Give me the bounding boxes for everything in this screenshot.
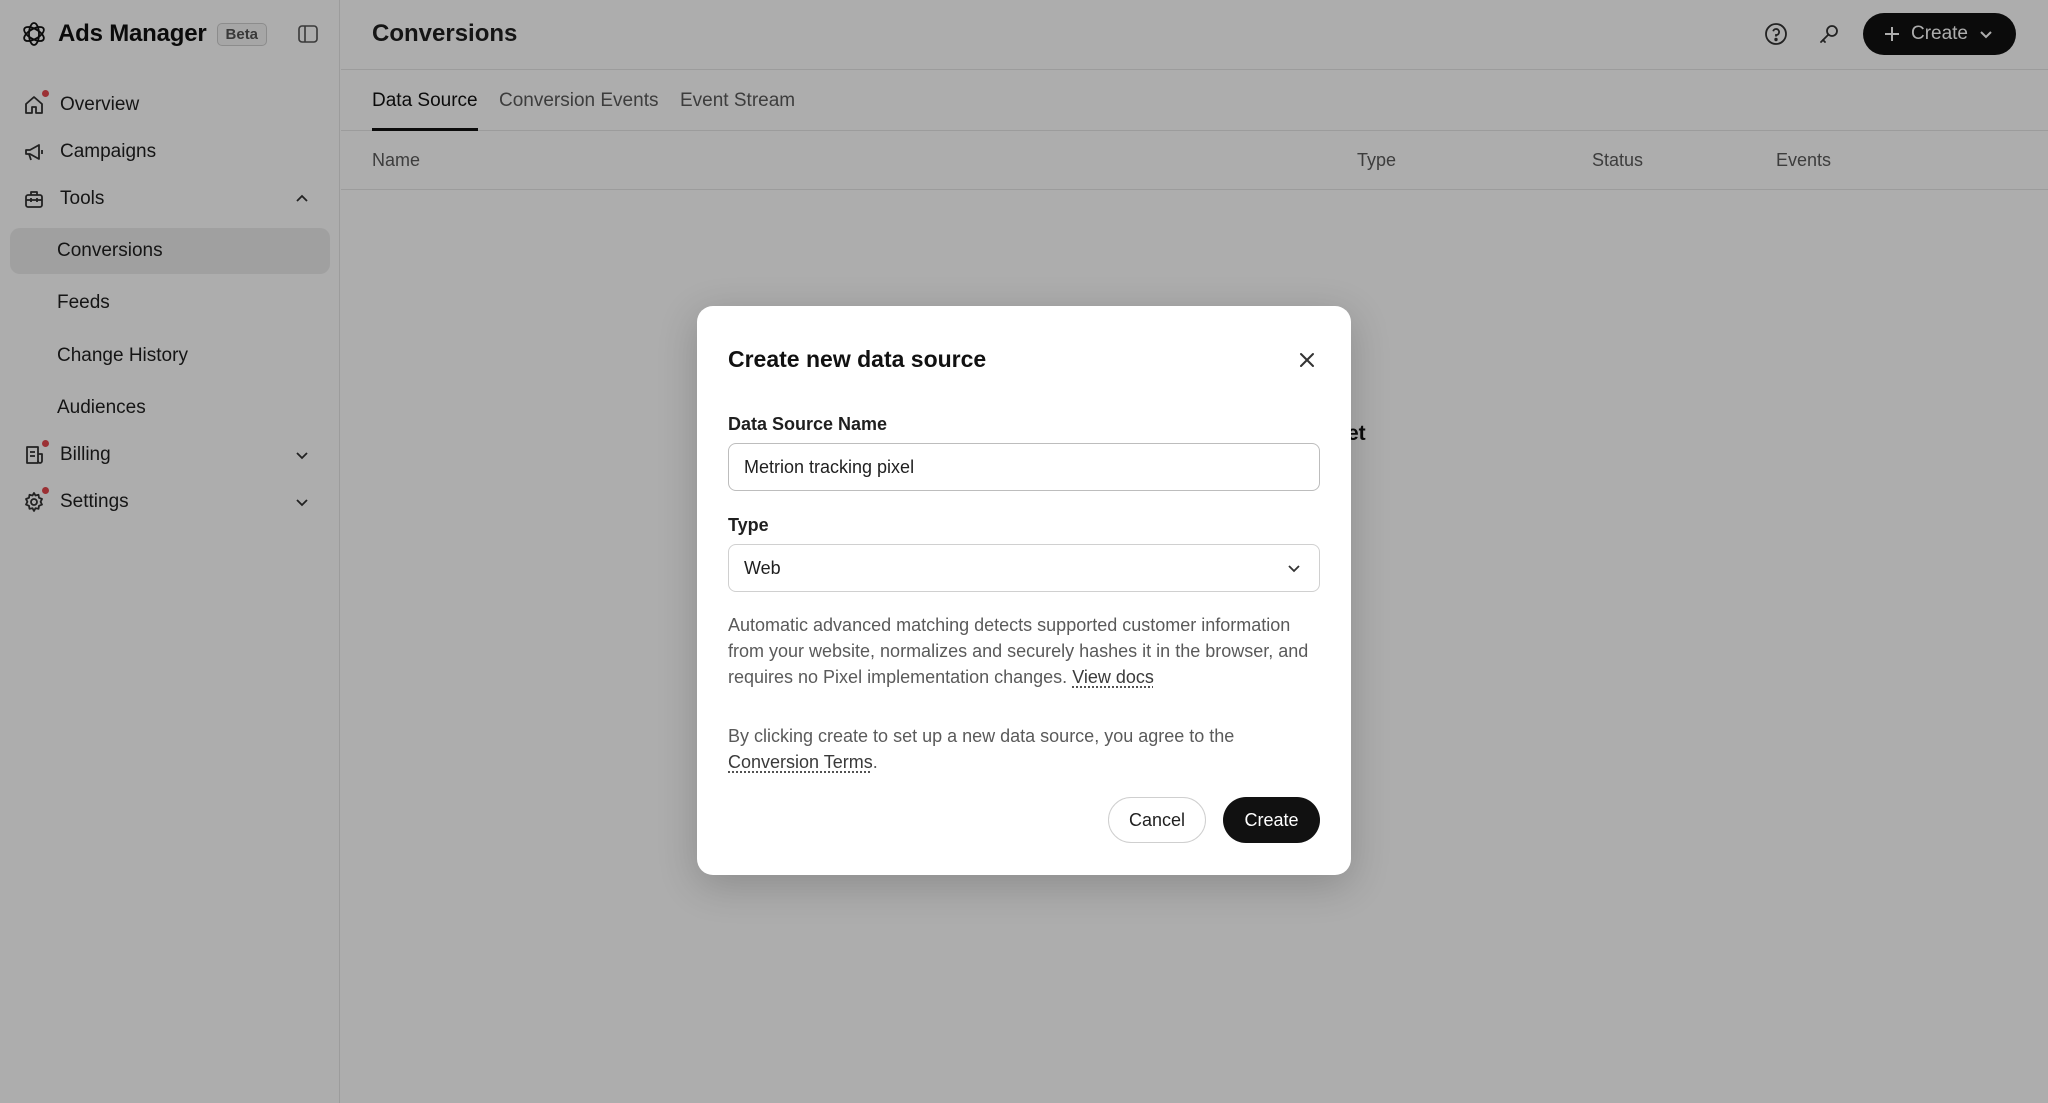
dialog-title: Create new data source — [728, 346, 987, 372]
close-icon[interactable] — [1293, 346, 1321, 374]
view-docs-link[interactable]: View docs — [1072, 667, 1154, 687]
type-select-value: Web — [744, 557, 781, 578]
type-select[interactable]: Web — [728, 544, 1320, 592]
data-source-name-input[interactable] — [728, 443, 1320, 491]
terms-notice: By clicking create to set up a new data … — [728, 723, 1328, 775]
data-source-name-label: Data Source Name — [728, 414, 888, 434]
cancel-button[interactable]: Cancel — [1108, 797, 1206, 843]
terms-suffix: . — [872, 752, 878, 772]
description-text: Automatic advanced matching detects supp… — [728, 615, 1309, 687]
terms-prefix: By clicking create to set up a new data … — [728, 726, 1235, 746]
create-button[interactable]: Create — [1223, 797, 1320, 843]
create-data-source-dialog: Create new data source Data Source Name … — [697, 306, 1351, 875]
matching-description: Automatic advanced matching detects supp… — [728, 612, 1328, 690]
chevron-down-icon — [1284, 558, 1304, 578]
type-label: Type — [728, 515, 769, 535]
conversion-terms-link[interactable]: Conversion Terms — [728, 752, 873, 772]
